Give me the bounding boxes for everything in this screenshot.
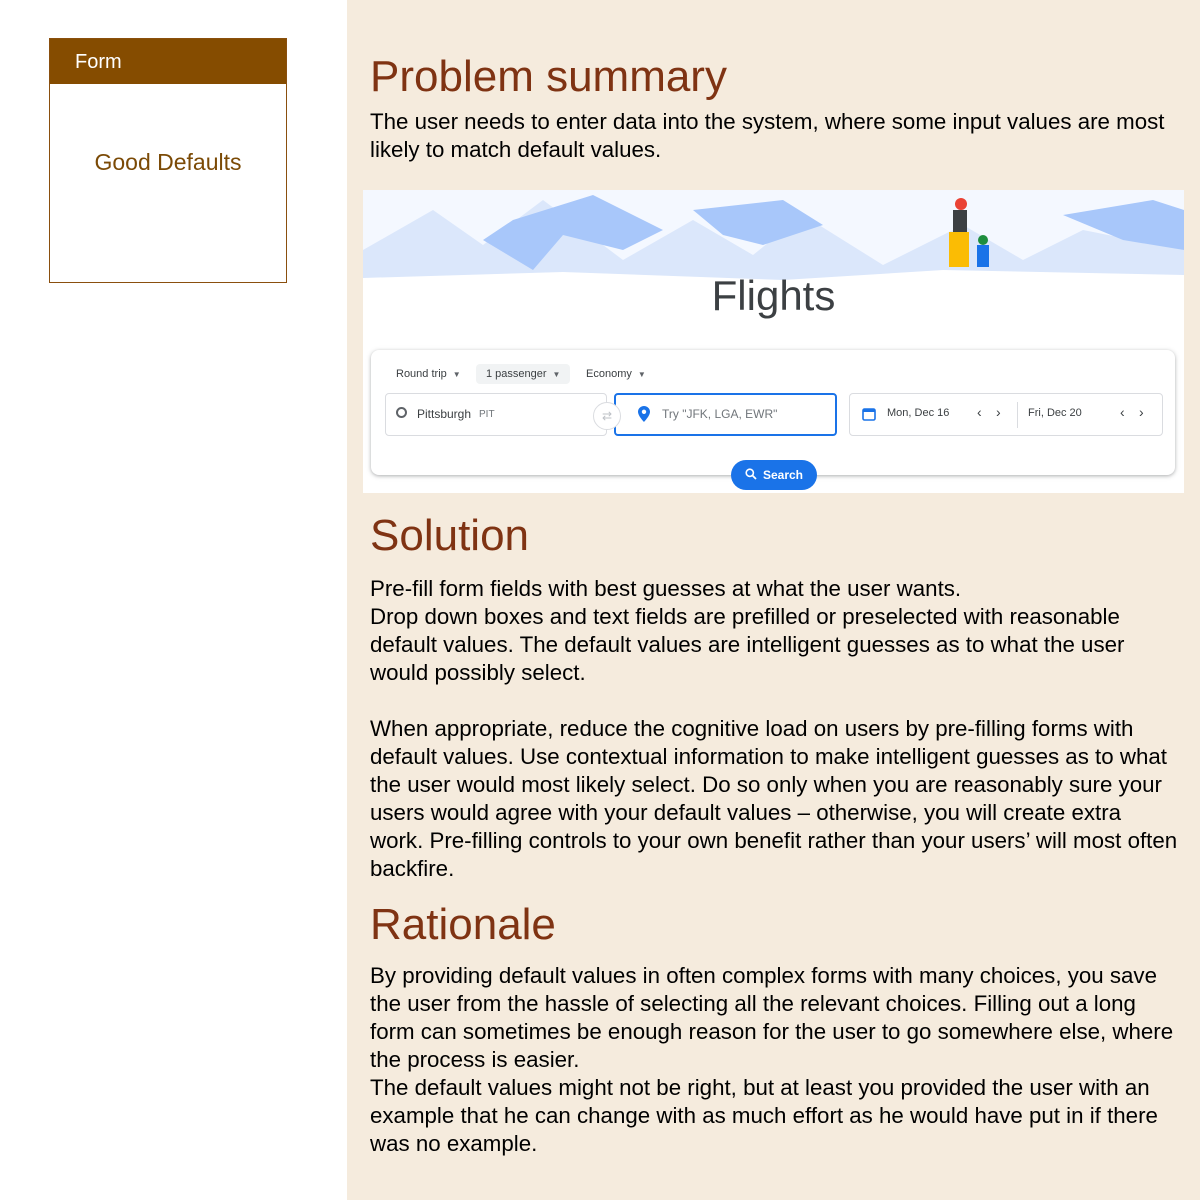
location-pin-icon [638,406,650,422]
flight-search-form: Round trip ▼ 1 passenger ▼ Economy ▼ Pittsb… [371,350,1175,475]
rationale-line-1: By providing default values in often com… [370,963,1174,1072]
search-button[interactable]: Search [731,460,817,490]
rationale-line-2: The default values might not be right, b… [370,1075,1158,1156]
solution-heading: Solution [370,511,530,560]
solution-text: Pre-fill form fields with best guesses a… [370,575,1180,883]
cabin-class-dropdown[interactable]: Economy ▼ [576,364,656,384]
search-icon [745,468,757,480]
caret-down-icon: ▼ [452,370,461,379]
date-range-field[interactable]: Mon, Dec 16 ‹ › Fri, Dec 20 ‹ › [849,393,1163,436]
calendar-icon [862,408,876,421]
problem-text: The user needs to enter data into the sy… [370,109,1165,162]
destination-input[interactable]: Try "JFK, LGA, EWR" [614,393,837,436]
flights-title: Flights [711,272,836,319]
card-title: Good Defaults [94,149,242,175]
destination-placeholder: Try "JFK, LGA, EWR" [662,407,778,421]
origin-field[interactable]: Pittsburgh PIT [385,393,607,436]
solution-line-2: Drop down boxes and text fields are pref… [370,604,1125,685]
rationale-heading: Rationale [370,900,556,949]
date-divider [1017,402,1018,428]
caret-down-icon: ▼ [637,370,646,379]
chevron-left-icon[interactable]: ‹ [977,404,982,420]
origin-city: Pittsburgh [417,407,472,421]
card-category: Form [50,39,286,84]
caret-down-icon: ▼ [552,370,561,379]
circle-icon [396,407,407,418]
chevron-right-icon[interactable]: › [1139,404,1144,420]
chevron-left-icon[interactable]: ‹ [1120,404,1125,420]
swap-icon[interactable]: ⇄ [593,402,621,430]
return-date[interactable]: Fri, Dec 20 [1028,407,1082,419]
content-panel: Problem summary The user needs to enter … [347,0,1200,1200]
pattern-card: Form Good Defaults [49,38,287,283]
chevron-right-icon[interactable]: › [996,404,1001,420]
rationale-text: By providing default values in often com… [370,962,1180,1158]
flights-screenshot: Flights Round trip ▼ 1 passenger ▼ Economy… [363,190,1184,493]
problem-heading: Problem summary [370,52,727,101]
solution-line-3: When appropriate, reduce the cognitive l… [370,716,1178,881]
origin-code: PIT [479,409,495,420]
trip-type-dropdown[interactable]: Round trip ▼ [386,364,471,384]
solution-line-1: Pre-fill form fields with best guesses a… [370,576,962,601]
depart-date[interactable]: Mon, Dec 16 [887,407,949,419]
passengers-dropdown[interactable]: 1 passenger ▼ [476,364,571,384]
